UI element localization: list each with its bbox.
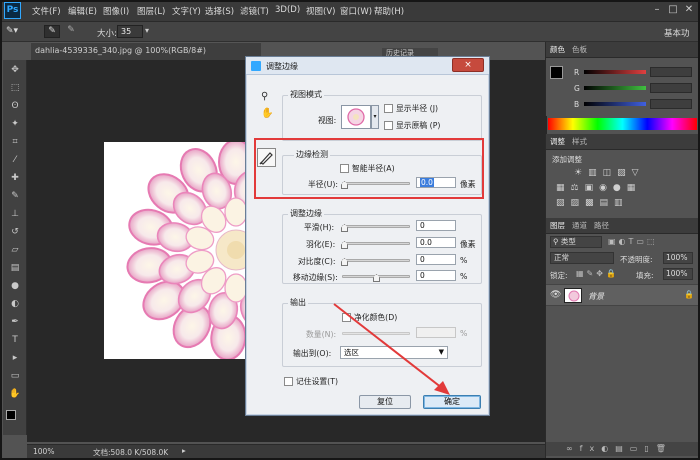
screenshot-border	[0, 0, 700, 460]
